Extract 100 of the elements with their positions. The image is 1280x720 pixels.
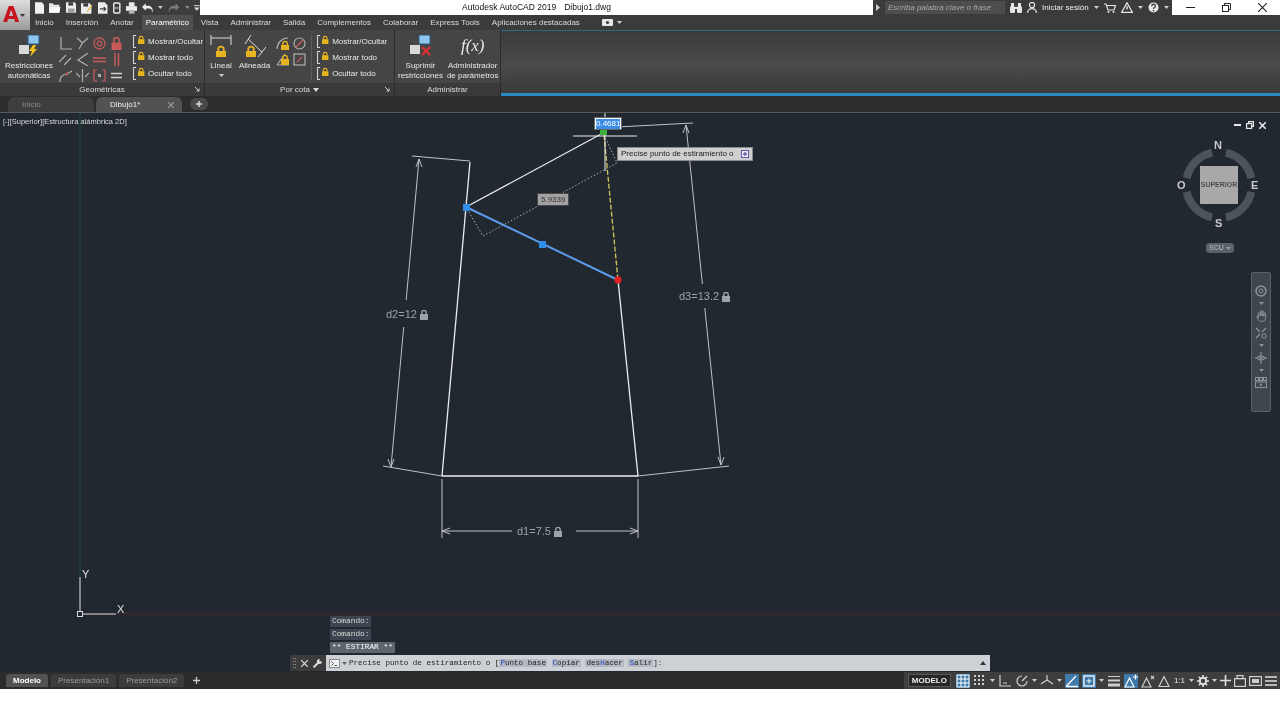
grid-icon[interactable] <box>955 673 970 688</box>
caret-icon[interactable] <box>989 679 995 682</box>
ribbon-button[interactable]: Ocultar todo <box>317 67 388 80</box>
fullscreen-icon[interactable] <box>1249 675 1262 686</box>
layout-tab[interactable]: Presentación2 <box>119 674 185 687</box>
sign-in-button[interactable]: Iniciar sesión <box>1042 1 1089 14</box>
customize-icon[interactable] <box>194 4 200 11</box>
bracket-icon[interactable] <box>93 69 106 82</box>
ribbon-tab[interactable]: Express Tools <box>426 15 484 30</box>
help-icon[interactable] <box>1147 2 1159 13</box>
caret-icon[interactable] <box>616 21 622 24</box>
ribbon-tab[interactable]: Paramétrico <box>141 15 193 30</box>
compass-label[interactable]: N <box>1214 140 1222 151</box>
wrench-icon[interactable] <box>313 658 322 668</box>
command-prompt-icon[interactable] <box>329 658 340 668</box>
wheel-icon[interactable] <box>1255 285 1267 297</box>
film-icon[interactable] <box>1255 377 1267 388</box>
dimension-label[interactable]: d3=13.2 <box>679 290 720 303</box>
caret-icon[interactable] <box>1137 6 1143 9</box>
ribbon-button[interactable]: Ocultar todo <box>133 67 204 80</box>
dialog-launcher-icon[interactable] <box>385 87 390 92</box>
ribbon-tab[interactable]: Administrar <box>226 15 275 30</box>
perpendicular-icon[interactable] <box>59 37 72 50</box>
ribbon-button[interactable]: Mostrar todo <box>133 51 204 64</box>
plus-icon[interactable] <box>1220 675 1231 686</box>
angle-icon[interactable] <box>76 53 89 66</box>
briefcase-icon[interactable] <box>1234 674 1246 687</box>
frame-icon[interactable] <box>293 53 307 66</box>
parallel-icon[interactable] <box>59 53 72 66</box>
compass-label[interactable]: E <box>1251 180 1259 191</box>
ribbon-tab[interactable]: Aplicaciones destacadas <box>487 15 584 30</box>
dialog-launcher-icon[interactable] <box>195 87 200 92</box>
ribbon-tab[interactable]: Anotar <box>106 15 138 30</box>
device-icon[interactable] <box>113 1 121 14</box>
binoculars-icon[interactable] <box>1010 2 1022 13</box>
grip-icon[interactable] <box>539 241 546 248</box>
expand-arrow-icon[interactable] <box>876 4 880 11</box>
drag-handle-icon[interactable] <box>293 658 296 668</box>
user-icon[interactable] <box>1027 2 1037 13</box>
minimize-icon[interactable] <box>1185 7 1195 8</box>
ribbon-button[interactable]: Alineada <box>238 34 272 71</box>
triangle-icon[interactable] <box>1157 674 1170 687</box>
document-arrow-icon[interactable] <box>97 1 109 14</box>
caret-icon[interactable] <box>158 6 164 9</box>
polar-icon[interactable] <box>1014 673 1029 688</box>
caret-icon[interactable] <box>20 13 26 17</box>
plus-icon[interactable] <box>193 677 201 684</box>
gear-icon[interactable] <box>1197 674 1209 687</box>
caret-icon[interactable] <box>1056 679 1062 682</box>
compass-label[interactable]: O <box>1177 180 1186 191</box>
new-tab-icon[interactable] <box>190 98 208 110</box>
expand-icon[interactable] <box>741 150 749 158</box>
curve-icon[interactable] <box>59 69 72 82</box>
caret-icon[interactable] <box>1031 679 1037 682</box>
caret-icon[interactable] <box>1212 679 1217 682</box>
menu-icon[interactable] <box>1265 675 1277 686</box>
ribbon-tab[interactable]: Inicio <box>31 15 58 30</box>
history-arrow-icon[interactable] <box>980 661 986 665</box>
arc-lock-icon[interactable] <box>276 37 290 50</box>
ribbon-button[interactable]: Restricciones automáticas <box>4 34 54 81</box>
restore-icon[interactable] <box>1246 121 1254 129</box>
document-tab[interactable]: Dibujo1* <box>96 97 182 112</box>
cart-icon[interactable] <box>1103 2 1116 13</box>
orbit-icon[interactable] <box>1255 352 1267 364</box>
ribbon-tab[interactable]: Salida <box>278 15 310 30</box>
ribbon-button[interactable]: Mostrar/Ocultar <box>317 35 388 48</box>
caret-icon[interactable] <box>1093 6 1099 9</box>
grip-icon[interactable] <box>614 276 622 284</box>
corner-icon[interactable] <box>997 673 1012 688</box>
lineweight-icon[interactable] <box>1106 673 1121 688</box>
caret-icon[interactable] <box>312 87 319 92</box>
caret-icon[interactable] <box>1189 679 1194 682</box>
drawing-canvas[interactable] <box>0 113 1280 672</box>
layout-tab[interactable]: Modelo <box>6 674 48 687</box>
annotation-scale[interactable]: 1:1 <box>1172 674 1186 687</box>
circle-line-icon[interactable] <box>293 37 307 50</box>
dimension-label[interactable]: d1=7.5 <box>517 525 551 538</box>
layout-tab[interactable]: Presentación1 <box>51 674 117 687</box>
folder-icon[interactable] <box>49 2 61 13</box>
caret-icon[interactable] <box>1098 679 1104 682</box>
ribbon-toggle-icon[interactable] <box>601 19 613 26</box>
print-icon[interactable] <box>125 1 138 14</box>
angle-lock-icon[interactable] <box>276 53 290 66</box>
zoom-icon[interactable] <box>1255 327 1267 339</box>
tangent-icon[interactable] <box>76 37 89 50</box>
save-as-icon[interactable] <box>81 1 93 14</box>
search-field[interactable]: Escriba palabra clave o frase <box>885 1 1005 14</box>
ribbon-button[interactable]: Mostrar/Ocultar <box>133 35 204 48</box>
new-file-icon[interactable] <box>35 1 45 14</box>
ribbon-button[interactable]: Suprimir restricciones <box>397 34 444 81</box>
compass-label[interactable]: S <box>1215 218 1223 229</box>
caret-icon[interactable] <box>342 661 347 665</box>
ribbon-tab[interactable]: Complementos <box>313 15 375 30</box>
ribbon-tab[interactable]: Vista <box>196 15 223 30</box>
ribbon-tab[interactable]: Colaborar <box>379 15 423 30</box>
ribbon-tab[interactable]: Inserción <box>61 15 103 30</box>
hand-icon[interactable] <box>1255 310 1267 322</box>
dot-grid-icon[interactable] <box>972 673 987 688</box>
ribbon-button[interactable]: Lineal <box>209 34 233 77</box>
square-plus-icon[interactable] <box>1081 673 1096 688</box>
